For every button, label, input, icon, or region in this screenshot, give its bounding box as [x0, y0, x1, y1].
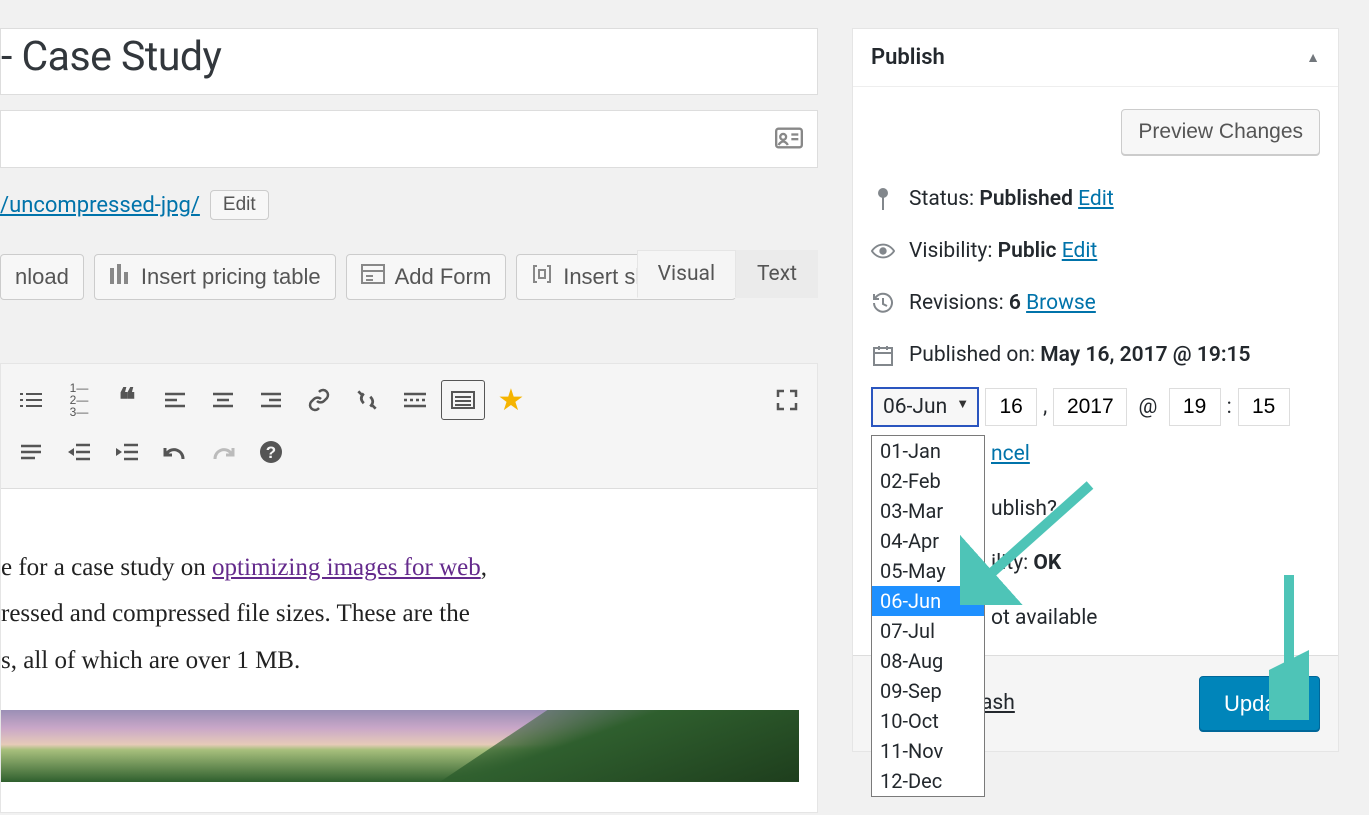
content-text-1a: e for a case study on — [1, 554, 212, 581]
svg-text:?: ? — [266, 443, 276, 462]
toolbar-toggle-icon[interactable] — [441, 380, 485, 420]
pricing-label: Insert pricing table — [141, 264, 321, 290]
month-option[interactable]: 02-Feb — [872, 466, 984, 496]
month-option[interactable]: 12-Dec — [872, 766, 984, 796]
tab-visual[interactable]: Visual — [637, 250, 736, 298]
link-icon[interactable] — [297, 380, 341, 420]
readability-label: ility: — [991, 551, 1033, 575]
month-option[interactable]: 05-May — [872, 556, 984, 586]
move-to-trash-link[interactable]: ash — [981, 691, 1015, 715]
month-option[interactable]: 01-Jan — [872, 436, 984, 466]
align-center-icon[interactable] — [201, 380, 245, 420]
preview-changes-button[interactable]: Preview Changes — [1121, 109, 1320, 155]
browse-revisions-link[interactable]: Browse — [1026, 291, 1096, 315]
visibility-label: Visibility: — [909, 239, 998, 263]
visibility-value: Public — [998, 239, 1057, 263]
collapse-icon[interactable]: ▲ — [1306, 49, 1320, 66]
post-title-text: - Case Study — [1, 33, 221, 81]
publish-question: ublish? — [991, 497, 1057, 521]
published-on-label: Published on: — [909, 343, 1040, 367]
content-text-3: s, all of which are over 1 MB. — [1, 638, 799, 684]
update-button[interactable]: Update — [1199, 676, 1320, 731]
numbered-list-icon[interactable]: 1—2—3— — [57, 380, 101, 420]
colon-sep: : — [1227, 395, 1232, 419]
revisions-icon — [871, 291, 895, 315]
comma-sep: , — [1043, 395, 1047, 419]
quote-icon[interactable]: ❝ — [105, 380, 149, 420]
minute-input[interactable] — [1238, 388, 1290, 426]
month-select[interactable]: 06-Jun — [871, 387, 979, 427]
unlink-icon[interactable] — [345, 380, 389, 420]
align-left-icon[interactable] — [153, 380, 197, 420]
day-input[interactable] — [985, 388, 1037, 426]
edit-permalink-button[interactable]: Edit — [210, 190, 269, 220]
month-option[interactable]: 06-Jun — [872, 586, 984, 616]
month-option[interactable]: 11-Nov — [872, 736, 984, 766]
readmore-icon[interactable] — [393, 380, 437, 420]
tab-text[interactable]: Text — [736, 250, 818, 298]
heading-icon[interactable] — [9, 432, 53, 472]
secondary-title-box[interactable] — [0, 110, 818, 168]
month-option[interactable]: 09-Sep — [872, 676, 984, 706]
id-card-icon — [775, 127, 803, 153]
bars-icon — [109, 264, 131, 290]
insert-pricing-table-button[interactable]: Insert pricing table — [94, 254, 336, 300]
eye-icon — [871, 242, 895, 260]
hour-input[interactable] — [1169, 388, 1221, 426]
month-option[interactable]: 08-Aug — [872, 646, 984, 676]
calendar-icon — [871, 344, 895, 366]
at-sep: @ — [1133, 395, 1162, 419]
tinymce-toolbar: 1—2—3— ❝ ★ ? — [1, 363, 817, 489]
content-image[interactable] — [1, 710, 799, 782]
publish-header[interactable]: Publish ▲ — [853, 29, 1338, 87]
seo-value: ot available — [991, 606, 1097, 630]
undo-icon[interactable] — [153, 432, 197, 472]
content-link[interactable]: optimizing images for web — [212, 554, 481, 581]
help-icon[interactable]: ? — [249, 432, 293, 472]
published-on-value: May 16, 2017 @ 19:15 — [1040, 343, 1250, 367]
form-icon — [361, 264, 385, 290]
pin-icon — [871, 187, 895, 211]
month-option[interactable]: 10-Oct — [872, 706, 984, 736]
fullscreen-icon[interactable] — [765, 380, 809, 420]
year-input[interactable] — [1053, 388, 1127, 426]
cancel-date-link[interactable]: ncel — [991, 442, 1030, 466]
month-option[interactable]: 07-Jul — [872, 616, 984, 646]
month-option[interactable]: 03-Mar — [872, 496, 984, 526]
content-text-2: ressed and compressed file sizes. These … — [1, 591, 799, 637]
post-title-input[interactable]: - Case Study — [0, 28, 818, 95]
revisions-label: Revisions: — [909, 291, 1009, 315]
status-label: Status: — [909, 187, 979, 211]
list-icon[interactable] — [9, 380, 53, 420]
status-value: Published — [979, 187, 1073, 211]
shortcode-icon — [531, 263, 553, 291]
download-button[interactable]: nload — [0, 254, 84, 300]
publish-title: Publish — [871, 45, 945, 70]
editor-content[interactable]: e for a case study on optimizing images … — [1, 489, 817, 812]
form-label: Add Form — [395, 264, 492, 290]
redo-icon[interactable] — [201, 432, 245, 472]
outdent-icon[interactable] — [57, 432, 101, 472]
revisions-value: 6 — [1009, 291, 1021, 315]
month-dropdown[interactable]: 01-Jan02-Feb03-Mar04-Apr05-May06-Jun07-J… — [871, 435, 985, 797]
edit-visibility-link[interactable]: Edit — [1062, 239, 1098, 263]
readability-value: OK — [1033, 551, 1061, 575]
indent-icon[interactable] — [105, 432, 149, 472]
download-label: nload — [15, 264, 69, 290]
add-form-button[interactable]: Add Form — [346, 254, 507, 300]
content-text-1b: , — [481, 554, 487, 581]
month-option[interactable]: 04-Apr — [872, 526, 984, 556]
align-right-icon[interactable] — [249, 380, 293, 420]
edit-status-link[interactable]: Edit — [1078, 187, 1114, 211]
star-icon[interactable]: ★ — [489, 380, 533, 420]
editor-wrapper: 1—2—3— ❝ ★ ? — [0, 363, 818, 813]
permalink-link[interactable]: /uncompressed-jpg/ — [0, 193, 200, 218]
